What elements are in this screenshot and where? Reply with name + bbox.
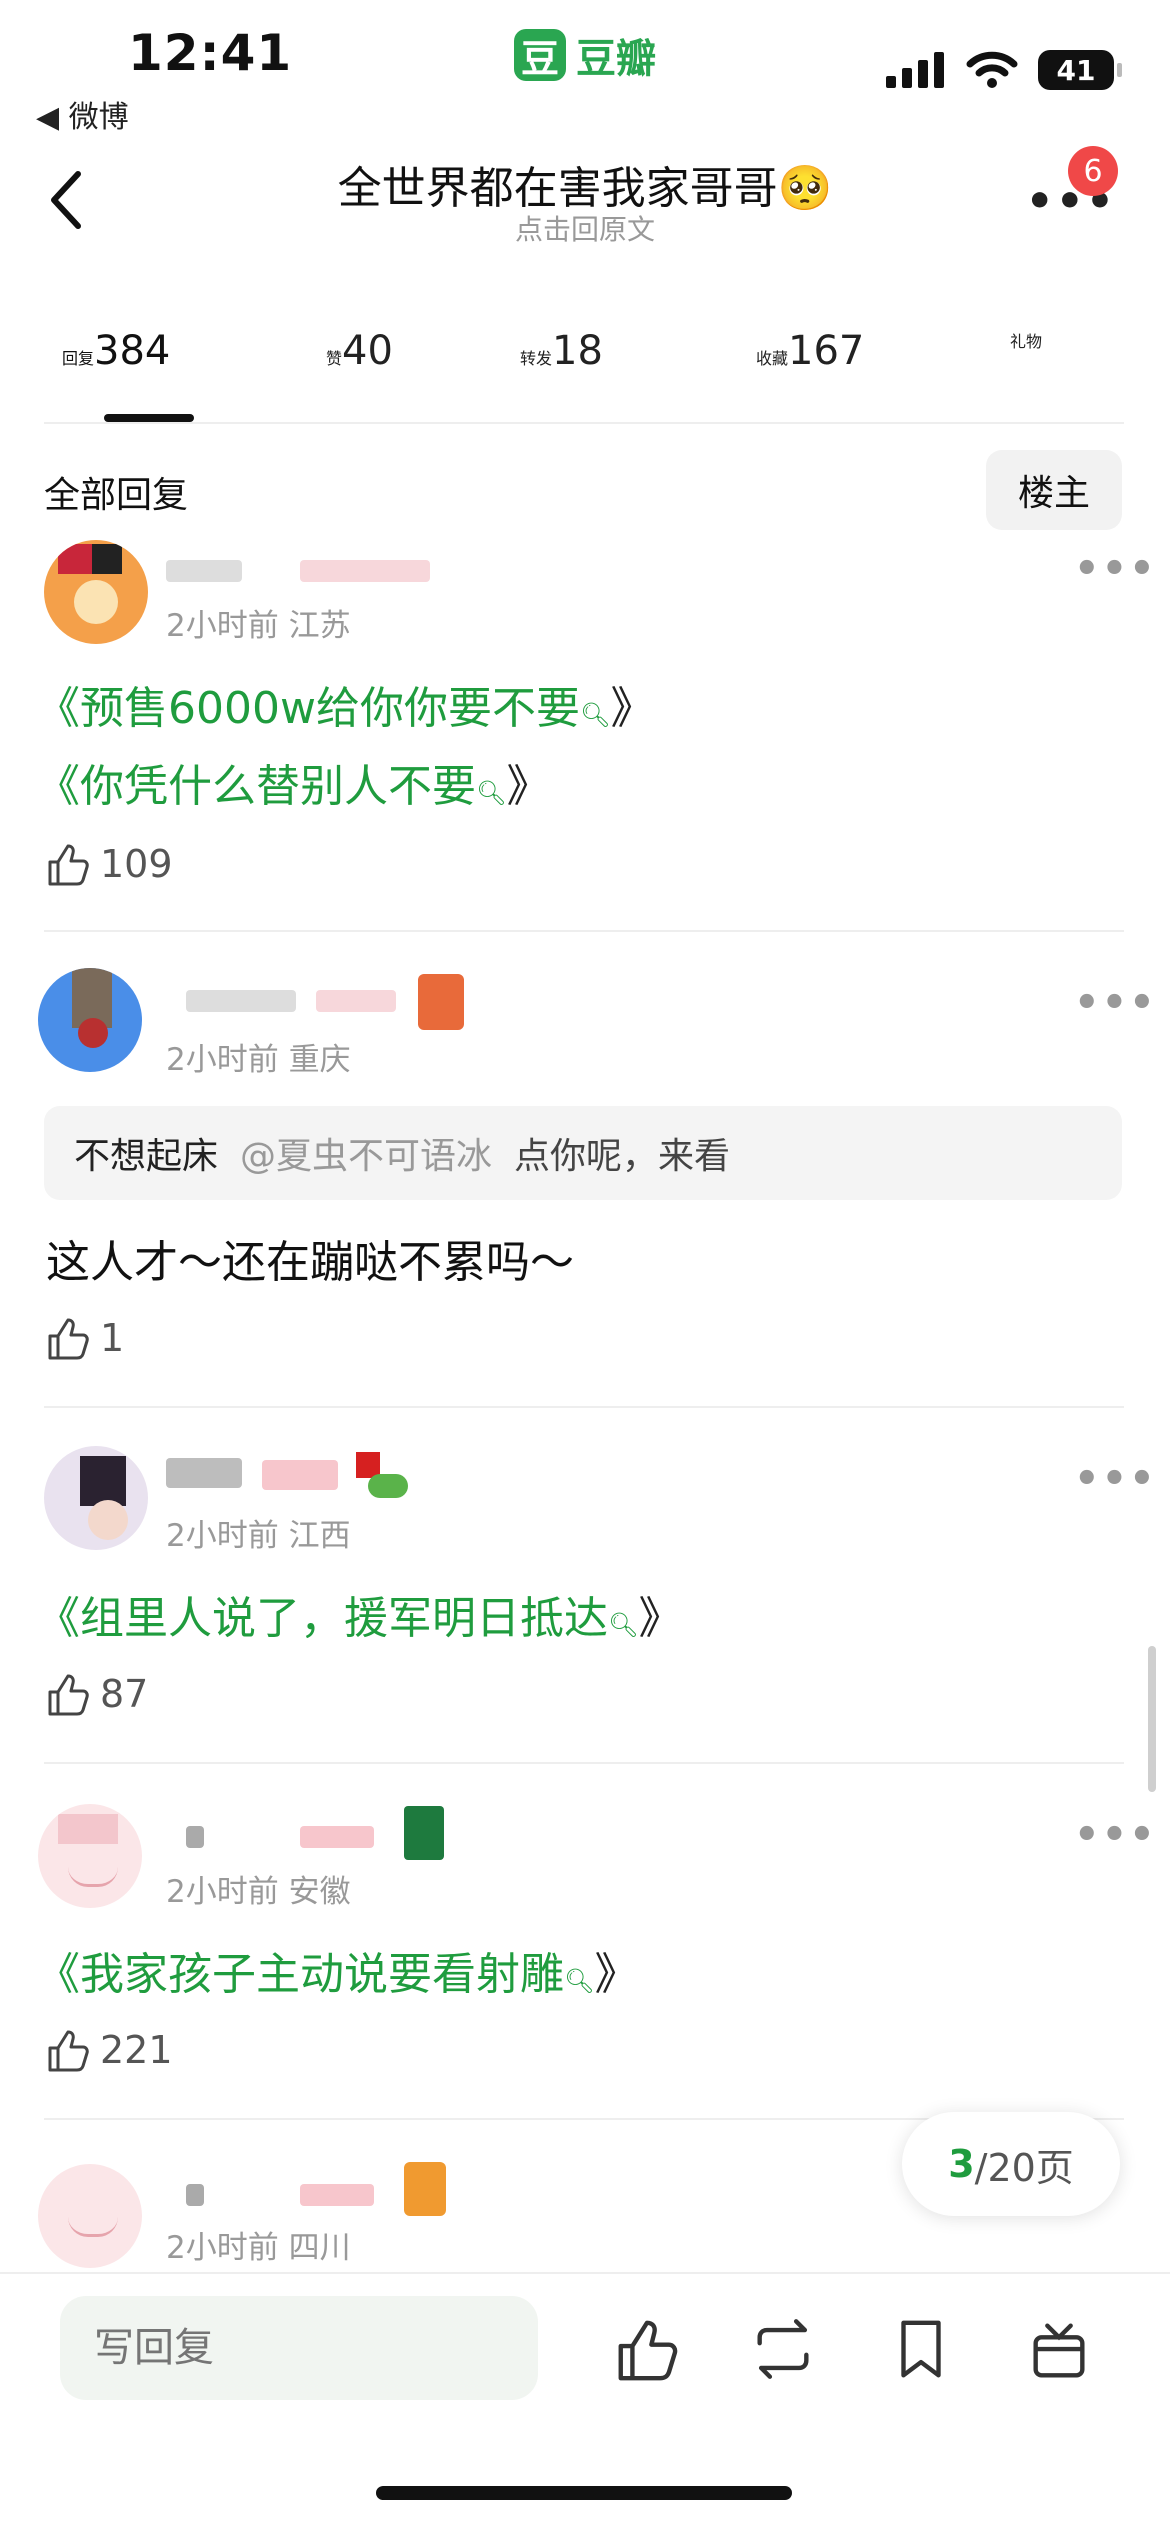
like-count: 221 — [100, 2028, 173, 2072]
username-redacted[interactable] — [166, 1458, 242, 1488]
back-to-original-link[interactable]: 点击回原文 — [0, 208, 1170, 248]
topic-link[interactable]: 《你凭什么替别人不要 — [36, 761, 476, 812]
comment-more-icon[interactable]: ••• — [1074, 1456, 1157, 1502]
username-redacted[interactable] — [262, 1460, 338, 1490]
like-button[interactable]: 221 — [44, 2026, 173, 2074]
tab-collections[interactable]: 收藏167 — [756, 328, 864, 374]
like-button[interactable]: 1 — [44, 1314, 124, 1362]
badge-icon — [418, 974, 464, 1030]
username-redacted[interactable] — [166, 560, 242, 582]
comment-meta: 2小时前 重庆 — [166, 1042, 351, 1078]
douban-logo-icon: 豆 — [514, 29, 566, 81]
divider — [44, 1762, 1124, 1764]
all-replies-label: 全部回复 — [44, 475, 189, 516]
active-tab-indicator — [104, 414, 194, 422]
comment-more-icon[interactable]: ••• — [1074, 546, 1157, 592]
avatar[interactable] — [44, 1446, 148, 1550]
thumbs-up-icon — [48, 2030, 89, 2072]
tab-likes[interactable]: 赞40 — [326, 328, 393, 374]
repost-icon[interactable] — [748, 2314, 818, 2384]
comment-meta: 2小时前 江西 — [166, 1518, 351, 1554]
divider — [44, 422, 1124, 424]
signal-icon — [886, 52, 944, 88]
thumbs-up-icon — [48, 1318, 89, 1360]
quote-mention[interactable]: @夏虫不可语冰 — [240, 1127, 492, 1179]
like-post-icon[interactable] — [612, 2314, 682, 2384]
home-indicator[interactable] — [376, 2486, 792, 2500]
avatar[interactable] — [38, 968, 142, 1072]
comment-meta: 2小时前 江苏 — [166, 608, 351, 644]
tab-bar: 回复384 赞40 转发18 收藏167 礼物 — [0, 328, 1170, 388]
search-icon: 🔍︎ — [476, 779, 507, 807]
username-redacted[interactable] — [316, 990, 396, 1012]
comment-meta: 2小时前 安徽 — [166, 1874, 351, 1910]
badge-icon — [404, 2162, 446, 2216]
topic-link[interactable]: 《预售6000w给你你要不要 — [36, 683, 580, 734]
topic-link[interactable]: 《我家孩子主动说要看射雕 — [36, 1949, 564, 2000]
bookmark-icon[interactable] — [886, 2314, 956, 2384]
search-icon: 🔍︎ — [564, 1967, 595, 1995]
gift-icon[interactable] — [1024, 2314, 1094, 2384]
search-icon: 🔍︎ — [579, 701, 611, 729]
back-to-app-link[interactable]: ◀ 微博 — [36, 92, 129, 136]
username-redacted[interactable] — [300, 1826, 374, 1848]
owner-only-button[interactable]: 楼主 — [986, 450, 1122, 530]
post-title: 全世界都在害我家哥哥🥺 — [337, 163, 833, 214]
notification-badge: 6 — [1068, 146, 1118, 196]
comment-text: 这人才～还在蹦哒不累吗～ — [46, 1237, 574, 1288]
wifi-icon — [966, 51, 1018, 88]
total-pages: /20页 — [974, 2145, 1074, 2190]
username-redacted[interactable] — [186, 2184, 204, 2206]
like-button[interactable]: 109 — [44, 840, 173, 888]
username-redacted[interactable] — [300, 560, 430, 582]
topic-link[interactable]: 《组里人说了，援军明日抵达 — [36, 1593, 608, 1644]
quote-text: 点你呢，来看 — [514, 1136, 731, 1177]
divider — [44, 1406, 1124, 1408]
thumbs-up-icon — [48, 1674, 89, 1716]
search-icon: 🔍︎ — [608, 1611, 639, 1639]
username-redacted[interactable] — [186, 1826, 204, 1848]
tab-gifts[interactable]: 礼物 — [1010, 328, 1042, 352]
avatar[interactable] — [44, 540, 148, 644]
badge-icon — [352, 1452, 412, 1502]
app-name: 豆瓣 — [576, 36, 656, 82]
status-icons: 41 — [886, 50, 1122, 90]
tab-replies[interactable]: 回复384 — [62, 328, 170, 374]
thumbs-up-icon — [48, 844, 89, 886]
like-count: 1 — [100, 1316, 125, 1360]
quoted-reply[interactable]: 不想起床 @夏虫不可语冰 点你呢，来看 — [44, 1106, 1122, 1200]
username-redacted[interactable] — [186, 990, 296, 1012]
avatar[interactable] — [38, 1804, 142, 1908]
comment-text: 《预售6000w给你你要不要🔍︎》 — [36, 683, 655, 734]
comment-meta: 2小时前 四川 — [166, 2230, 351, 2266]
like-button[interactable]: 87 — [44, 1670, 148, 1718]
badge-icon — [404, 1806, 444, 1860]
like-count: 87 — [100, 1672, 149, 1716]
like-count: 109 — [100, 842, 173, 886]
username-redacted[interactable] — [300, 2184, 374, 2206]
page-indicator[interactable]: 3/20页 — [902, 2112, 1120, 2216]
status-time: 12:41 — [128, 24, 293, 82]
comment-more-icon[interactable]: ••• — [1074, 980, 1157, 1026]
divider — [44, 930, 1124, 932]
current-page: 3 — [948, 2142, 975, 2186]
reply-input[interactable] — [60, 2296, 538, 2400]
app-logo: 豆 豆瓣 — [514, 26, 656, 84]
comment-text: 《我家孩子主动说要看射雕🔍︎》 — [36, 1949, 639, 2000]
comment-text: 《你凭什么替别人不要🔍︎》 — [36, 761, 551, 812]
quote-author[interactable]: 不想起床 — [74, 1127, 218, 1179]
battery-icon: 41 — [1038, 50, 1122, 90]
comment-more-icon[interactable]: ••• — [1074, 1812, 1157, 1858]
comment-text: 《组里人说了，援军明日抵达🔍︎》 — [36, 1593, 683, 1644]
avatar[interactable] — [38, 2164, 142, 2268]
tab-reposts[interactable]: 转发18 — [520, 328, 603, 374]
scrollbar[interactable] — [1148, 1646, 1156, 1792]
